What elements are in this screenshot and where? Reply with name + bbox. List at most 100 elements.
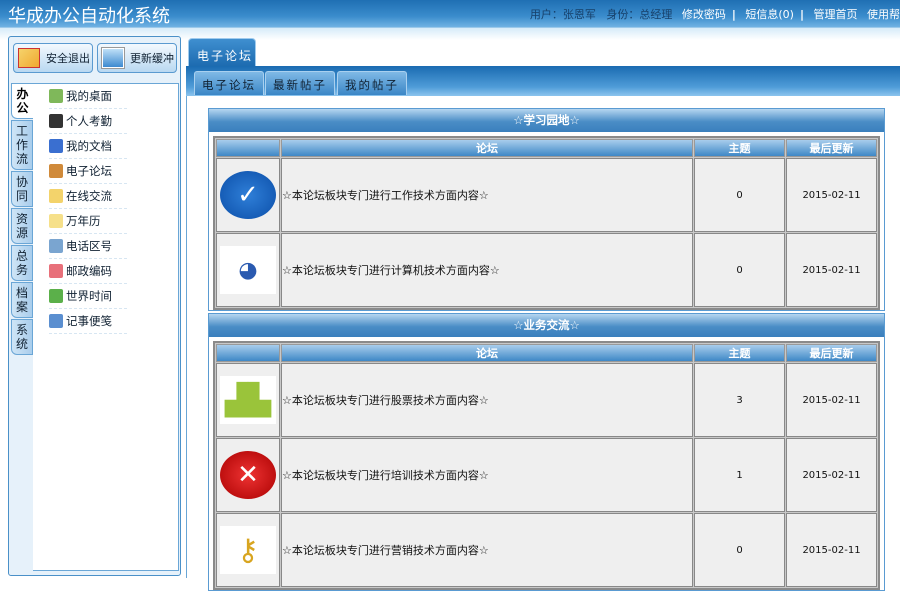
refresh-cache-button[interactable]: 更新缓冲 (97, 43, 177, 73)
main-area: 电子论坛 电子论坛 最新帖子 我的帖子 ☆学习园地☆ 论坛 主题 最后更新 ✓ … (186, 38, 900, 591)
topic-count: 0 (694, 158, 785, 232)
table-row[interactable]: ⚷ ☆本论坛板块专门进行营销技术方面内容☆ 0 2015-02-11 (216, 513, 877, 587)
topic-count: 3 (694, 363, 785, 437)
sidebar-item-label: 我的桌面 (66, 89, 112, 103)
keys-icon: ⚷ (220, 526, 276, 574)
category-tab[interactable]: 工作流 (11, 120, 33, 170)
cartoon-duck-icon: ◕ (220, 246, 276, 294)
check-circle-icon: ✓ (220, 171, 276, 219)
sidebar-item[interactable]: 我的文档 (49, 134, 127, 159)
table-row[interactable]: ✓ ☆本论坛板块专门进行工作技术方面内容☆ 0 2015-02-11 (216, 158, 877, 232)
help-link[interactable]: 使用帮 (867, 8, 900, 21)
updated-column-header: 最后更新 (786, 344, 877, 362)
forum-table: 论坛 主题 最后更新 ✓ ☆本论坛板块专门进行工作技术方面内容☆ 0 2015-… (213, 136, 880, 310)
pencil-note-icon (18, 48, 40, 68)
sidebar-item[interactable]: 邮政编码 (49, 259, 127, 284)
sidebar-item-label: 电话区号 (66, 239, 112, 253)
sidebar-item-label: 世界时间 (66, 289, 112, 303)
top-header: 华成办公自动化系统 用户：张恩军 身份：总经理 修改密码 | 短信息(0) | 管理… (0, 0, 900, 28)
category-tab[interactable]: 系统 (11, 319, 33, 355)
sidebar-item[interactable]: 电话区号 (49, 234, 127, 259)
main-tab-forum[interactable]: 电子论坛 (188, 38, 256, 66)
tab-my-posts[interactable]: 我的帖子 (337, 71, 407, 95)
category-tab[interactable]: 总务 (11, 245, 33, 281)
forum-section: ☆业务交流☆ 论坛 主题 最后更新 ▟▙ ☆本论坛板块专门进行股票技术方面内容☆… (208, 313, 885, 591)
last-updated: 2015-02-11 (786, 513, 877, 587)
clock-icon (49, 114, 63, 128)
sidebar-item-label: 个人考勤 (66, 114, 112, 128)
topic-count: 0 (694, 233, 785, 307)
sidebar-item[interactable]: 记事便笺 (49, 309, 127, 334)
category-tabs: 办公 工作流 协同 资源 总务 档案 系统 (11, 83, 33, 356)
sidebar-item[interactable]: 在线交流 (49, 184, 127, 209)
sidebar-item[interactable]: 电子论坛 (49, 159, 127, 184)
close-circle-icon: ✕ (220, 451, 276, 499)
image-icon (101, 47, 125, 69)
left-panel: 安全退出 更新缓冲 办公 工作流 协同 资源 总务 档案 系统 我的桌面个人考勤我的文档电子… (8, 36, 181, 576)
tab-forum[interactable]: 电子论坛 (194, 71, 264, 95)
forum-description[interactable]: ☆本论坛板块专门进行培训技术方面内容☆ (281, 438, 693, 512)
forum-content: ☆学习园地☆ 论坛 主题 最后更新 ✓ ☆本论坛板块专门进行工作技术方面内容☆ … (186, 96, 900, 591)
sidebar-item[interactable]: 万年历 (49, 209, 127, 234)
sidebar-item-label: 我的文档 (66, 139, 112, 153)
chat-bubble-icon (49, 189, 63, 203)
category-tab[interactable]: 档案 (11, 282, 33, 318)
logout-label: 安全退出 (46, 52, 90, 65)
top-nav: 用户：张恩军 身份：总经理 修改密码 | 短信息(0) | 管理首页 使用帮 (529, 8, 900, 21)
role-label: 身份：总经理 (606, 8, 673, 21)
table-row[interactable]: ◕ ☆本论坛板块专门进行计算机技术方面内容☆ 0 2015-02-11 (216, 233, 877, 307)
forum-description[interactable]: ☆本论坛板块专门进行工作技术方面内容☆ (281, 158, 693, 232)
users-icon (49, 164, 63, 178)
messages-link[interactable]: 短信息(0) (745, 8, 794, 21)
logout-button[interactable]: 安全退出 (13, 43, 93, 73)
icon-column-header (216, 344, 280, 362)
user-label: 用户：张恩军 (529, 8, 596, 21)
forum-description[interactable]: ☆本论坛板块专门进行股票技术方面内容☆ (281, 363, 693, 437)
forum-table: 论坛 主题 最后更新 ▟▙ ☆本论坛板块专门进行股票技术方面内容☆ 3 2015… (213, 341, 880, 590)
forum-column-header: 论坛 (281, 344, 693, 362)
tab-latest-posts[interactable]: 最新帖子 (265, 71, 335, 95)
topic-count: 0 (694, 513, 785, 587)
last-updated: 2015-02-11 (786, 158, 877, 232)
sidebar-item-label: 万年历 (66, 214, 101, 228)
sidebar-item[interactable]: 世界时间 (49, 284, 127, 309)
sidebar-item-label: 在线交流 (66, 189, 112, 203)
calendar-icon (49, 214, 63, 228)
phone-book-icon (49, 239, 63, 253)
category-tab[interactable]: 资源 (11, 208, 33, 244)
section-title: ☆学习园地☆ (209, 109, 884, 132)
sidebar-item[interactable]: 我的桌面 (49, 84, 127, 109)
icon-column-header (216, 139, 280, 157)
forum-description[interactable]: ☆本论坛板块专门进行计算机技术方面内容☆ (281, 233, 693, 307)
last-updated: 2015-02-11 (786, 233, 877, 307)
heart-icon (49, 264, 63, 278)
world-map-icon: ▟▙ (220, 376, 276, 424)
table-row[interactable]: ✕ ☆本论坛板块专门进行培训技术方面内容☆ 1 2015-02-11 (216, 438, 877, 512)
refresh-label: 更新缓冲 (130, 52, 174, 65)
updated-column-header: 最后更新 (786, 139, 877, 157)
refresh-globe-icon (49, 289, 63, 303)
forum-description[interactable]: ☆本论坛板块专门进行营销技术方面内容☆ (281, 513, 693, 587)
topic-count: 1 (694, 438, 785, 512)
sidebar-menu: 我的桌面个人考勤我的文档电子论坛在线交流万年历电话区号邮政编码世界时间记事便笺 (33, 83, 179, 571)
sidebar-item[interactable]: 个人考勤 (49, 109, 127, 134)
desktop-check-icon (49, 89, 63, 103)
document-icon (49, 139, 63, 153)
topics-column-header: 主题 (694, 344, 785, 362)
forum-column-header: 论坛 (281, 139, 693, 157)
category-tab[interactable]: 协同 (11, 171, 33, 207)
admin-home-link[interactable]: 管理首页 (814, 8, 858, 21)
notepad-icon (49, 314, 63, 328)
category-tab[interactable]: 办公 (11, 83, 33, 119)
sidebar-item-label: 记事便笺 (66, 314, 112, 328)
last-updated: 2015-02-11 (786, 363, 877, 437)
change-password-link[interactable]: 修改密码 (682, 8, 726, 21)
sidebar-item-label: 电子论坛 (66, 164, 112, 178)
section-title: ☆业务交流☆ (209, 314, 884, 337)
app-title: 华成办公自动化系统 (8, 6, 170, 27)
forum-section: ☆学习园地☆ 论坛 主题 最后更新 ✓ ☆本论坛板块专门进行工作技术方面内容☆ … (208, 108, 885, 311)
last-updated: 2015-02-11 (786, 438, 877, 512)
table-row[interactable]: ▟▙ ☆本论坛板块专门进行股票技术方面内容☆ 3 2015-02-11 (216, 363, 877, 437)
sidebar-item-label: 邮政编码 (66, 264, 112, 278)
topics-column-header: 主题 (694, 139, 785, 157)
